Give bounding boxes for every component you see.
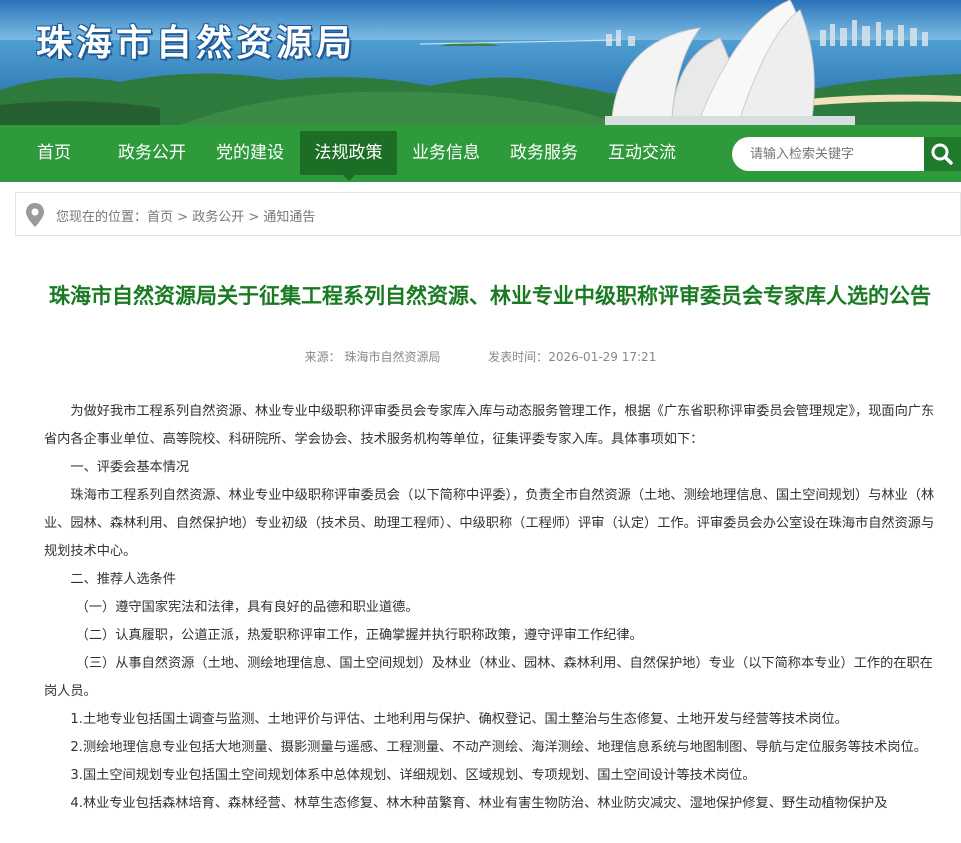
article-body: 为做好我市工程系列自然资源、林业专业中级职称评审委员会专家库入库与动态服务管理工… — [44, 398, 944, 818]
section-heading: 二、推荐人选条件 — [70, 572, 176, 587]
publish-time-value: 2026-01-29 17:21 — [548, 350, 657, 364]
publish-time-label: 发表时间： — [488, 350, 549, 364]
article-paragraph: （一）遵守国家宪法和法律，具有良好的品德和职业道德。 — [75, 600, 419, 615]
nav-item-government-affairs[interactable]: 政务公开 — [108, 125, 196, 182]
nav-item-home[interactable]: 首页 — [20, 125, 88, 182]
nav-item-regulations-policies[interactable]: 法规政策 — [300, 131, 397, 181]
article-paragraph: 珠海市工程系列自然资源、林业专业中级职称评审委员会（以下简称中评委），负责全市自… — [44, 488, 935, 559]
breadcrumb-trail: 您现在的位置：首页 > 政务公开 > 通知通告 — [56, 206, 315, 225]
source-value: 珠海市自然资源局 — [344, 350, 441, 364]
article-paragraph: 1.土地专业包括国土调查与监测、土地评价与评估、土地利用与保护、确权登记、国土整… — [70, 712, 848, 727]
article-paragraph: 2.测绘地理信息专业包括大地测量、摄影测量与遥感、工程测量、不动产测绘、海洋测绘… — [70, 740, 927, 755]
header-banner: 珠海市自然资源局 — [0, 0, 961, 125]
breadcrumb-separator: > — [177, 210, 189, 225]
search-button[interactable] — [924, 137, 961, 171]
article-paragraph: 4.林业专业包括森林培育、森林经营、林草生态修复、林木种苗繁育、林业有害生物防治… — [70, 796, 888, 811]
article-paragraph: 3.国土空间规划专业包括国土空间规划体系中总体规划、详细规划、区域规划、专项规划… — [70, 768, 756, 783]
nav-item-interaction[interactable]: 互动交流 — [598, 125, 686, 182]
location-pin-icon — [26, 203, 44, 227]
article-title: 珠海市自然资源局关于征集工程系列自然资源、林业专业中级职称评审委员会专家库人选的… — [49, 284, 931, 308]
nav-item-party-building[interactable]: 党的建设 — [206, 125, 294, 182]
breadcrumb-prefix: 您现在的位置： — [56, 210, 148, 225]
site-title: 珠海市自然资源局 — [36, 23, 357, 64]
breadcrumb-item-government-affairs[interactable]: 政务公开 — [192, 210, 244, 225]
breadcrumb: 您现在的位置：首页 > 政务公开 > 通知通告 — [15, 192, 961, 236]
breadcrumb-item-notices[interactable]: 通知通告 — [263, 210, 315, 225]
nav-item-government-services[interactable]: 政务服务 — [500, 125, 588, 182]
magnifier-icon — [931, 143, 953, 165]
breadcrumb-separator: > — [248, 210, 260, 225]
article-paragraph: （三）从事自然资源（土地、测绘地理信息、国土空间规划）及林业（林业、园林、森林利… — [44, 656, 933, 699]
nav-item-business-info[interactable]: 业务信息 — [402, 125, 490, 182]
search-input[interactable] — [732, 137, 924, 171]
section-heading: 一、评委会基本情况 — [70, 460, 190, 475]
article-meta: 来源： 珠海市自然资源局 发表时间：2026-01-29 17:21 — [0, 348, 961, 365]
article-paragraph: （二）认真履职，公道正派，热爱职称评审工作，正确掌握并执行职称政策，遵守评审工作… — [75, 628, 643, 643]
source-label: 来源： — [304, 350, 341, 364]
breadcrumb-item-home[interactable]: 首页 — [147, 210, 173, 225]
article-paragraph: 为做好我市工程系列自然资源、林业专业中级职称评审委员会专家库入库与动态服务管理工… — [44, 404, 935, 447]
